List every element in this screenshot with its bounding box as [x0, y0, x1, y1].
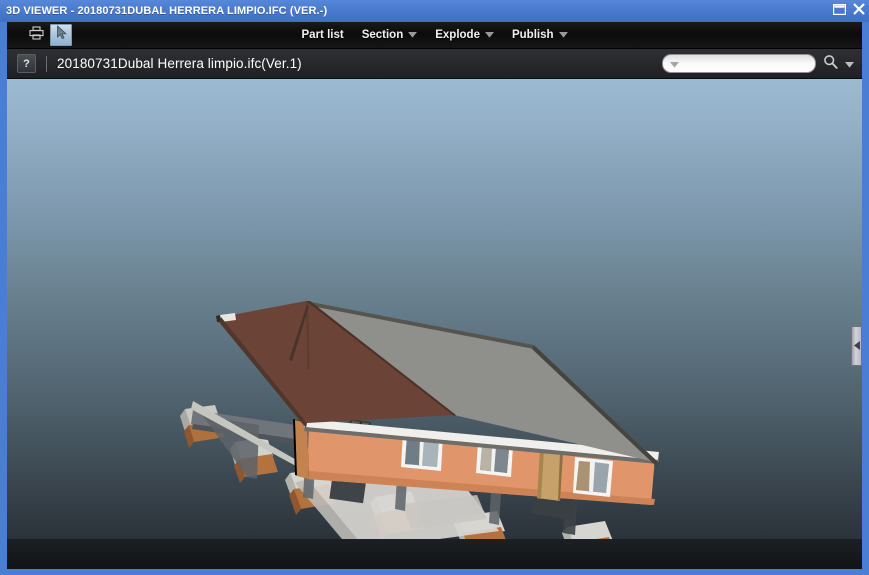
toolbar-icon-group — [7, 24, 72, 46]
toolbar: Part list Section Explode Publish — [7, 22, 862, 49]
bottom-panel — [7, 539, 862, 569]
help-icon: ? — [23, 57, 30, 70]
menu-explode-label: Explode — [435, 29, 480, 41]
chevron-down-icon — [484, 29, 494, 41]
collapse-panel-arrow-icon — [853, 337, 860, 355]
print-icon — [28, 25, 44, 45]
menu-section[interactable]: Section — [362, 29, 418, 41]
menu-bar: Part list Section Explode Publish — [7, 22, 862, 48]
maximize-icon[interactable] — [832, 2, 847, 20]
chevron-down-icon — [408, 29, 418, 41]
panel-collapse-handle[interactable] — [851, 326, 862, 366]
breadcrumb-file-name: 20180731Dubal Herrera limpio.ifc(Ver.1) — [57, 56, 302, 71]
search-input[interactable] — [679, 56, 815, 71]
search-icon[interactable] — [823, 54, 838, 74]
breadcrumb-bar: ? 20180731Dubal Herrera limpio.ifc(Ver.1… — [7, 49, 862, 79]
3d-viewport[interactable] — [7, 79, 862, 539]
menu-publish-label: Publish — [511, 29, 554, 41]
window-3 — [573, 457, 613, 497]
help-button[interactable]: ? — [17, 54, 36, 73]
menu-part-list-label: Part list — [301, 29, 344, 41]
cursor-arrow-icon — [56, 25, 67, 45]
viewer-window: 3D VIEWER - 20180731DUBAL HERRERA LIMPIO… — [0, 0, 869, 575]
window-title: 3D VIEWER - 20180731DUBAL HERRERA LIMPIO… — [6, 5, 328, 17]
search-box[interactable] — [662, 54, 816, 73]
window-content: Part list Section Explode Publish ? 2018… — [7, 22, 862, 569]
window-controls — [832, 0, 865, 22]
menu-publish[interactable]: Publish — [512, 29, 568, 41]
menu-part-list[interactable]: Part list — [302, 29, 344, 41]
entrance-door — [537, 450, 563, 501]
menu-explode[interactable]: Explode — [435, 29, 494, 41]
title-bar: 3D VIEWER - 20180731DUBAL HERRERA LIMPIO… — [0, 0, 869, 22]
search-options-chevron-down-icon[interactable] — [845, 55, 854, 73]
window-frame: Part list Section Explode Publish ? 2018… — [0, 22, 869, 575]
breadcrumb-separator — [46, 55, 47, 72]
print-button[interactable] — [25, 24, 47, 46]
select-tool-button[interactable] — [50, 24, 72, 46]
search-scope-chevron-down-icon[interactable] — [670, 55, 679, 73]
chevron-down-icon — [558, 29, 568, 41]
house-3d-model[interactable] — [7, 79, 862, 539]
close-icon[interactable] — [853, 2, 865, 20]
menu-section-label: Section — [361, 29, 404, 41]
search-area — [662, 49, 854, 78]
